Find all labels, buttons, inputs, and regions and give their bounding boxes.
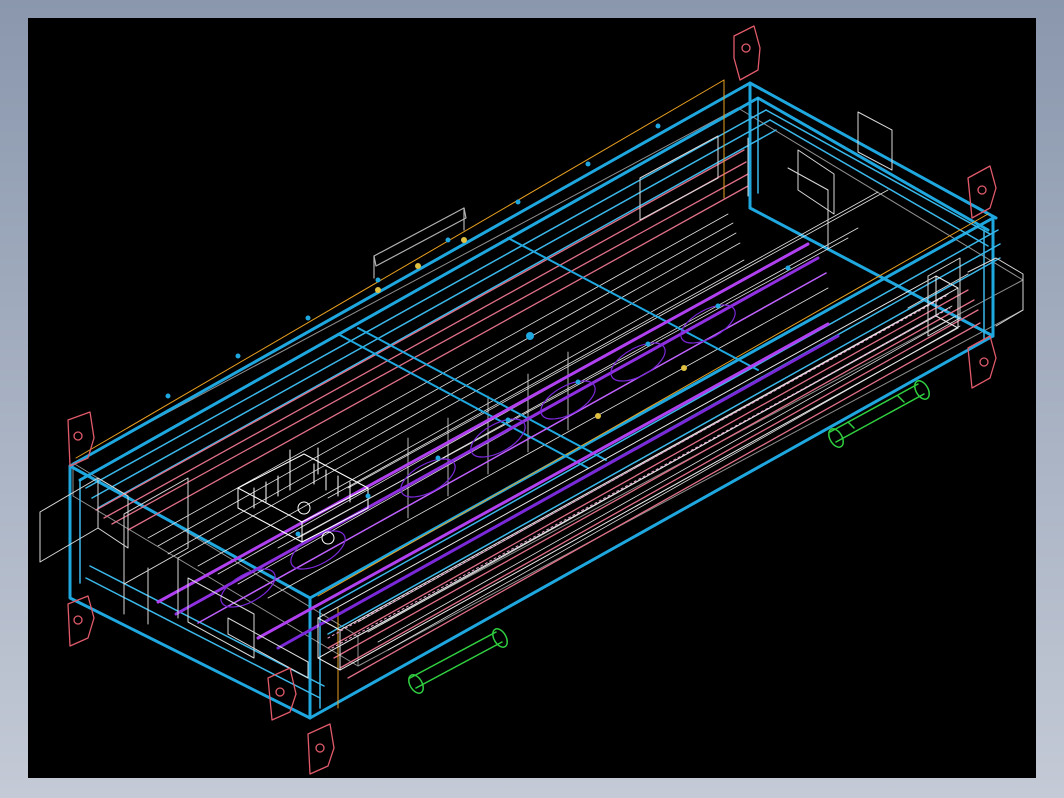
mounting-bracket-left [67, 411, 95, 647]
isometric-wireframe-drawing [39, 25, 1024, 775]
top-frame [68, 81, 998, 720]
orange-edges [75, 79, 989, 709]
fasteners [165, 123, 791, 537]
back-panel [639, 111, 893, 249]
mounting-bracket-bottom [267, 667, 335, 775]
cad-viewport[interactable] [28, 18, 1036, 778]
green-handle-right [828, 380, 930, 448]
mounting-bracket-top-right [733, 25, 761, 81]
